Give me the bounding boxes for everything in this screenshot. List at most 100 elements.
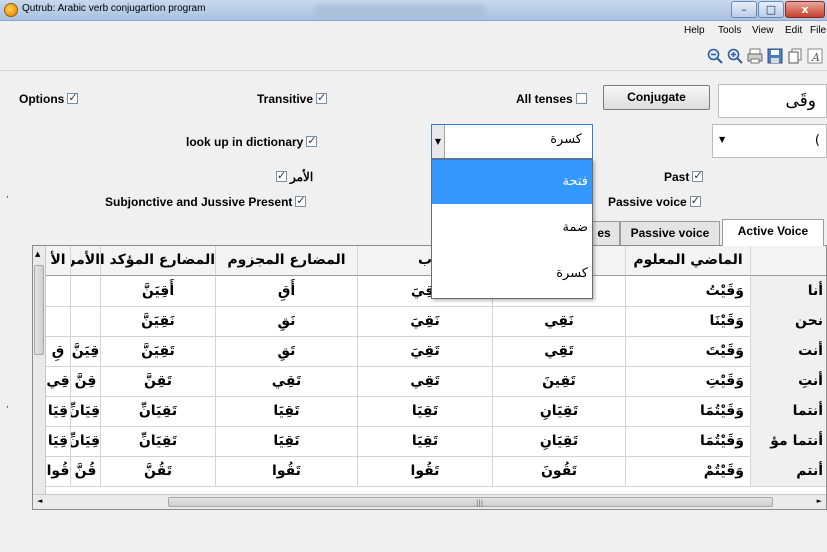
zoom-in-icon[interactable] <box>726 47 744 65</box>
passive-checkbox[interactable]: Passive voice <box>593 194 701 209</box>
chevron-down-icon[interactable]: ▼ <box>719 135 725 144</box>
table-cell[interactable]: تَقُوا <box>358 456 493 487</box>
table-cell[interactable] <box>71 276 101 307</box>
table-cell[interactable]: قِ <box>46 336 71 367</box>
menu-tools[interactable]: Tools <box>718 25 741 36</box>
close-button[interactable]: x <box>785 1 825 18</box>
maximize-button[interactable]: □ <box>758 1 784 18</box>
table-cell[interactable]: قُوا <box>46 456 71 487</box>
table-cell[interactable]: تَقِيَا <box>358 426 493 457</box>
minimize-button[interactable]: – <box>731 1 757 18</box>
table-cell[interactable]: تَقِي <box>216 366 358 397</box>
table-cell[interactable]: تَقُوا <box>216 456 358 487</box>
table-cell[interactable]: تَقِيَا <box>358 396 493 427</box>
transitive-checkbox[interactable]: Transitive <box>257 91 328 106</box>
scroll-left-icon[interactable]: ◄ <box>37 497 42 505</box>
save-icon[interactable] <box>766 47 784 65</box>
table-header-cell[interactable]: الأ <box>46 246 71 276</box>
horizontal-scrollbar[interactable]: ◄ ||| ► <box>33 494 826 509</box>
horizontal-scroll-thumb[interactable] <box>168 497 773 507</box>
table-cell[interactable] <box>71 306 101 337</box>
all-tenses-check-box[interactable] <box>575 93 587 104</box>
table-cell[interactable] <box>46 306 71 337</box>
table-cell[interactable]: قُنَّ <box>71 456 101 487</box>
haraka-option[interactable]: فتحة <box>432 160 592 204</box>
table-cell[interactable]: تَقِيَا <box>216 396 358 427</box>
transitive-check-box[interactable] <box>316 91 328 104</box>
table-cell[interactable]: وَقَيْتُمْ <box>626 456 751 487</box>
table-header-cell[interactable]: الماضي المعلوم <box>626 246 751 276</box>
table-cell[interactable]: تَقُنَّ <box>101 456 216 487</box>
table-cell[interactable]: تَقِينَ <box>493 366 626 397</box>
menu-edit[interactable]: Edit <box>785 25 802 36</box>
table-cell[interactable]: وَقَيْتَ <box>626 336 751 367</box>
haraka-option[interactable]: ضمة <box>432 206 592 250</box>
table-cell[interactable]: نَقِيَنَّ <box>101 306 216 337</box>
table-cell[interactable]: تَقِنَّ <box>101 366 216 397</box>
table-cell[interactable]: قِيَا <box>46 426 71 457</box>
table-cell[interactable]: تَقِيَنَّ <box>101 336 216 367</box>
imperative-checkbox[interactable]: الأمر <box>276 169 313 184</box>
table-cell[interactable]: وَقَيْتُمَا <box>626 426 751 457</box>
all-tenses-checkbox[interactable]: All tenses <box>516 92 587 106</box>
title-bar[interactable]: Qutrub: Arabic verb conjugartion program… <box>0 0 827 21</box>
table-cell[interactable]: وَقَيْتُ <box>626 276 751 307</box>
secondary-combobox[interactable]: ▼ ( <box>712 124 827 158</box>
verb-input[interactable]: وقَى <box>718 84 827 118</box>
table-header-cell[interactable]: المضارع المؤكد الثقيل <box>101 246 216 276</box>
print-icon[interactable] <box>746 47 764 65</box>
table-cell[interactable]: قِيَنَّ <box>71 336 101 367</box>
table-cell[interactable] <box>46 276 71 307</box>
dictionary-checkbox[interactable]: look up in dictionary <box>186 134 318 149</box>
scroll-up-icon[interactable]: ▲ <box>35 250 40 258</box>
subjunctive-check-box[interactable] <box>295 194 307 207</box>
haraka-dropdown-list[interactable]: فتحة ضمة كسرة <box>431 159 593 299</box>
subjunctive-checkbox[interactable]: Subjonctive and Jussive Present <box>105 194 307 209</box>
conjugation-table[interactable]: ▲ الماضي المعلومالمضارعبالمضارع المجزوما… <box>32 245 827 510</box>
table-cell[interactable]: قِيَانِّ <box>71 396 101 427</box>
tab-active-voice[interactable]: Active Voice <box>722 219 824 246</box>
haraka-combobox[interactable]: ▼ كسرة <box>431 124 593 159</box>
table-cell[interactable]: تَقِ <box>216 336 358 367</box>
table-cell[interactable]: تَقُونَ <box>493 456 626 487</box>
table-cell[interactable]: تَقِيَانِ <box>493 426 626 457</box>
past-check-box[interactable] <box>692 169 704 182</box>
font-icon[interactable]: A <box>806 47 824 65</box>
dictionary-check-box[interactable] <box>306 134 318 147</box>
table-cell[interactable]: أَقِيَنَّ <box>101 276 216 307</box>
vertical-scroll-thumb[interactable] <box>34 265 44 355</box>
vertical-scrollbar[interactable]: ▲ <box>33 246 46 494</box>
menu-view[interactable]: View <box>752 25 774 36</box>
table-cell[interactable]: قِيَا <box>46 396 71 427</box>
table-cell[interactable]: وَقَيْتُمَا <box>626 396 751 427</box>
past-checkbox[interactable]: Past <box>664 169 704 184</box>
table-cell[interactable]: تَقِيَ <box>358 336 493 367</box>
imperative-check-box[interactable] <box>276 169 287 182</box>
chevron-down-icon[interactable]: ▼ <box>432 125 445 158</box>
passive-left-check-box[interactable] <box>593 196 604 207</box>
table-cell[interactable]: قِيَانِّ <box>71 426 101 457</box>
tab-passive-voice[interactable]: Passive voice <box>620 221 720 245</box>
menu-help[interactable]: Help <box>684 25 705 36</box>
scroll-right-icon[interactable]: ► <box>817 497 822 505</box>
table-header-cell[interactable]: المضارع المجزوم <box>216 246 358 276</box>
options-check-box[interactable] <box>67 91 79 104</box>
table-cell[interactable]: تَقِيَانِّ <box>101 426 216 457</box>
haraka-option[interactable]: كسرة <box>432 252 592 296</box>
table-cell[interactable]: تَقِيَانِّ <box>101 396 216 427</box>
table-cell[interactable]: تَقِي <box>493 336 626 367</box>
table-cell[interactable]: قِنَّ <box>71 366 101 397</box>
table-cell[interactable]: تَقِيَانِ <box>493 396 626 427</box>
copy-icon[interactable] <box>786 47 804 65</box>
menu-file[interactable]: File <box>810 25 826 36</box>
passive-check-box[interactable] <box>689 194 701 207</box>
table-cell[interactable]: تَقِي <box>358 366 493 397</box>
table-cell[interactable]: وَقَيْتِ <box>626 366 751 397</box>
conjugate-button[interactable]: Conjugate <box>603 85 710 110</box>
table-cell[interactable]: أَقِ <box>216 276 358 307</box>
table-cell[interactable]: نَقِ <box>216 306 358 337</box>
table-header-cell[interactable]: الأمر المؤكد <box>71 246 101 276</box>
zoom-out-icon[interactable] <box>706 47 724 65</box>
table-cell[interactable]: وَقَيْنَا <box>626 306 751 337</box>
table-cell[interactable]: نَقِيَ <box>358 306 493 337</box>
